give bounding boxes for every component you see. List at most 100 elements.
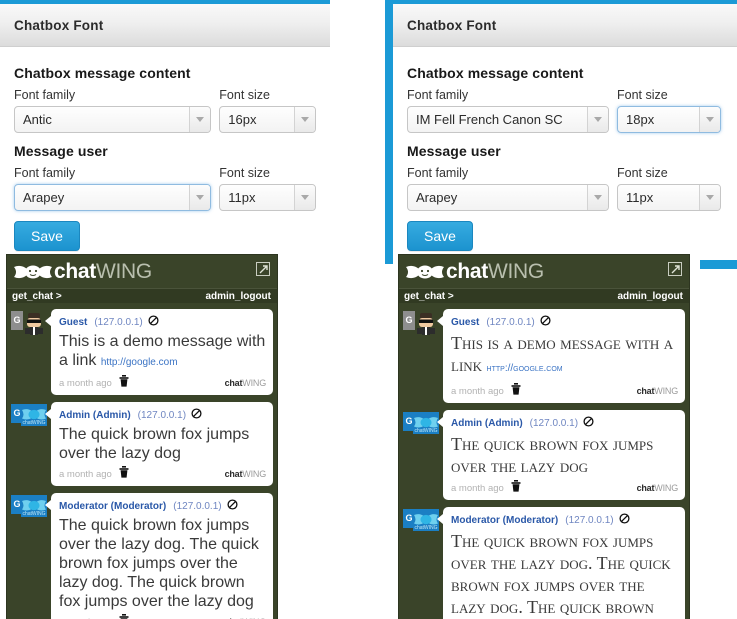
ban-icon[interactable]	[191, 406, 202, 424]
user-font-size-value: 11px	[228, 190, 256, 205]
ban-icon[interactable]	[227, 497, 238, 515]
chevron-down-icon[interactable]	[587, 185, 608, 210]
bubble-brand-light: WING	[654, 386, 678, 396]
save-button[interactable]: Save	[407, 221, 473, 251]
nav-admin-logout[interactable]: admin_logout	[617, 291, 683, 302]
bubble-brand-bold: chat	[224, 469, 243, 479]
user-font-size-label: Font size	[617, 166, 668, 180]
chevron-down-icon[interactable]	[189, 185, 211, 210]
message-bubble: Admin (Admin) (127.0.0.1) The quick brow…	[45, 402, 273, 486]
user-font-size-select[interactable]: 11px	[617, 184, 721, 211]
ban-icon[interactable]	[583, 414, 594, 432]
message-body: The quick brown fox jumps over the lazy …	[59, 516, 266, 611]
avatar: G chatWING	[403, 412, 439, 442]
user-font-family-select[interactable]: Arapey	[407, 184, 609, 211]
content-font-family-select[interactable]: Antic	[14, 106, 212, 133]
guest-avatar-icon	[21, 311, 47, 337]
bubble-brand: chatWING	[225, 378, 267, 388]
message-username: Moderator (Moderator)	[59, 500, 167, 512]
chatwing-avatar-icon: chatWING	[21, 404, 47, 430]
message-ip: (127.0.0.1)	[486, 316, 535, 328]
content-font-row: Font family Antic Font size 16px	[14, 87, 316, 133]
chat-message: G chatWING	[403, 507, 685, 619]
panel-header-left: Chatbox Font	[0, 4, 330, 47]
user-font-row: Font family Arapey Font size 11px	[14, 165, 316, 211]
avatar: G chatWING	[403, 509, 439, 539]
user-font-size-value: 11px	[626, 190, 654, 205]
nav-get-chat[interactable]: get_chat >	[12, 291, 62, 302]
guest-avatar-icon	[413, 311, 439, 337]
screen: Chatbox Font Chatbox message content Fon…	[0, 0, 737, 619]
logo-text-light: WING	[95, 260, 152, 283]
user-font-size-select[interactable]: 11px	[219, 184, 316, 211]
expand-icon[interactable]	[668, 262, 682, 276]
message-body: This is a demo message with a link http:…	[451, 332, 678, 380]
content-font-family-value: IM Fell French Canon SC	[416, 112, 563, 127]
chatwing-logo-icon	[405, 261, 445, 283]
content-font-size-select[interactable]: 18px	[617, 106, 721, 133]
logo-text-bold: chat	[54, 260, 96, 283]
message-bubble: Guest (127.0.0.1) This is a demo message…	[437, 309, 685, 403]
bubble-brand-light: WING	[242, 469, 266, 479]
trash-icon[interactable]	[119, 465, 129, 483]
svg-text:chatWING: chatWING	[414, 428, 437, 434]
message-ip: (127.0.0.1)	[94, 316, 143, 328]
content-font-size-select[interactable]: 16px	[219, 106, 316, 133]
trash-icon[interactable]	[119, 374, 129, 392]
user-font-family-group: Font family Arapey	[407, 165, 609, 211]
message-bubble: Admin (Admin) (127.0.0.1) The quick brow…	[437, 410, 685, 500]
content-font-row: Font family IM Fell French Canon SC Font…	[407, 87, 723, 133]
message-username: Guest	[451, 316, 480, 328]
user-font-size-group: Font size 11px	[219, 165, 316, 211]
message-footer: a month ago chatWING	[59, 465, 266, 483]
bubble-brand-light: WING	[654, 483, 678, 493]
user-font-row: Font family Arapey Font size 11px	[407, 165, 723, 211]
section-title-message-user: Message user	[407, 143, 501, 159]
chevron-down-icon[interactable]	[699, 185, 720, 210]
ban-icon[interactable]	[540, 313, 551, 331]
chat-message: G chatWING	[403, 410, 685, 500]
user-font-family-label: Font family	[407, 166, 469, 180]
chat-message: G chatWING	[11, 402, 273, 486]
content-font-family-group: Font family Antic	[14, 87, 212, 133]
content-font-family-group: Font family IM Fell French Canon SC	[407, 87, 609, 133]
message-link[interactable]: http://google.com	[487, 363, 563, 374]
ban-icon[interactable]	[148, 313, 159, 331]
avatar: G chatWING	[11, 404, 47, 434]
chevron-down-icon[interactable]	[189, 107, 211, 132]
trash-icon[interactable]	[119, 613, 129, 619]
message-bubble: Moderator (Moderator) (127.0.0.1) The qu…	[45, 493, 273, 619]
chevron-down-icon[interactable]	[587, 107, 608, 132]
bubble-brand-bold: chat	[636, 483, 655, 493]
message-username: Moderator (Moderator)	[451, 514, 559, 526]
ban-icon[interactable]	[619, 511, 630, 529]
avatar: G chatWING	[11, 495, 47, 525]
section-title-message-user: Message user	[14, 143, 108, 159]
user-font-family-label: Font family	[14, 166, 76, 180]
chevron-down-icon[interactable]	[699, 107, 720, 132]
save-button[interactable]: Save	[14, 221, 80, 251]
trash-icon[interactable]	[511, 479, 521, 497]
message-link[interactable]: http://google.com	[101, 357, 178, 368]
trash-icon[interactable]	[511, 382, 521, 400]
chevron-down-icon[interactable]	[294, 185, 315, 210]
user-font-family-value: Arapey	[23, 190, 65, 205]
message-ip: (127.0.0.1)	[565, 514, 614, 526]
content-font-family-select[interactable]: IM Fell French Canon SC	[407, 106, 609, 133]
chevron-down-icon[interactable]	[294, 107, 315, 132]
chat-navbar: get_chat > admin_logout	[7, 288, 277, 303]
user-font-family-value: Arapey	[416, 190, 458, 205]
message-body: This is a demo message with a link http:…	[59, 332, 266, 372]
user-font-family-select[interactable]: Arapey	[14, 184, 212, 211]
user-font-size-group: Font size 11px	[617, 165, 721, 211]
expand-icon[interactable]	[256, 262, 270, 276]
message-text: The quick brown fox jumps over the lazy …	[59, 517, 259, 610]
nav-get-chat[interactable]: get_chat >	[404, 291, 454, 302]
message-timestamp: a month ago	[59, 468, 112, 480]
message-username: Guest	[59, 316, 88, 328]
chatwing-avatar-icon: chatWING	[413, 509, 439, 535]
panel-title: Chatbox Font	[407, 17, 497, 33]
nav-admin-logout[interactable]: admin_logout	[205, 291, 271, 302]
content-font-family-label: Font family	[14, 88, 76, 102]
bubble-brand: chatWING	[636, 483, 679, 493]
